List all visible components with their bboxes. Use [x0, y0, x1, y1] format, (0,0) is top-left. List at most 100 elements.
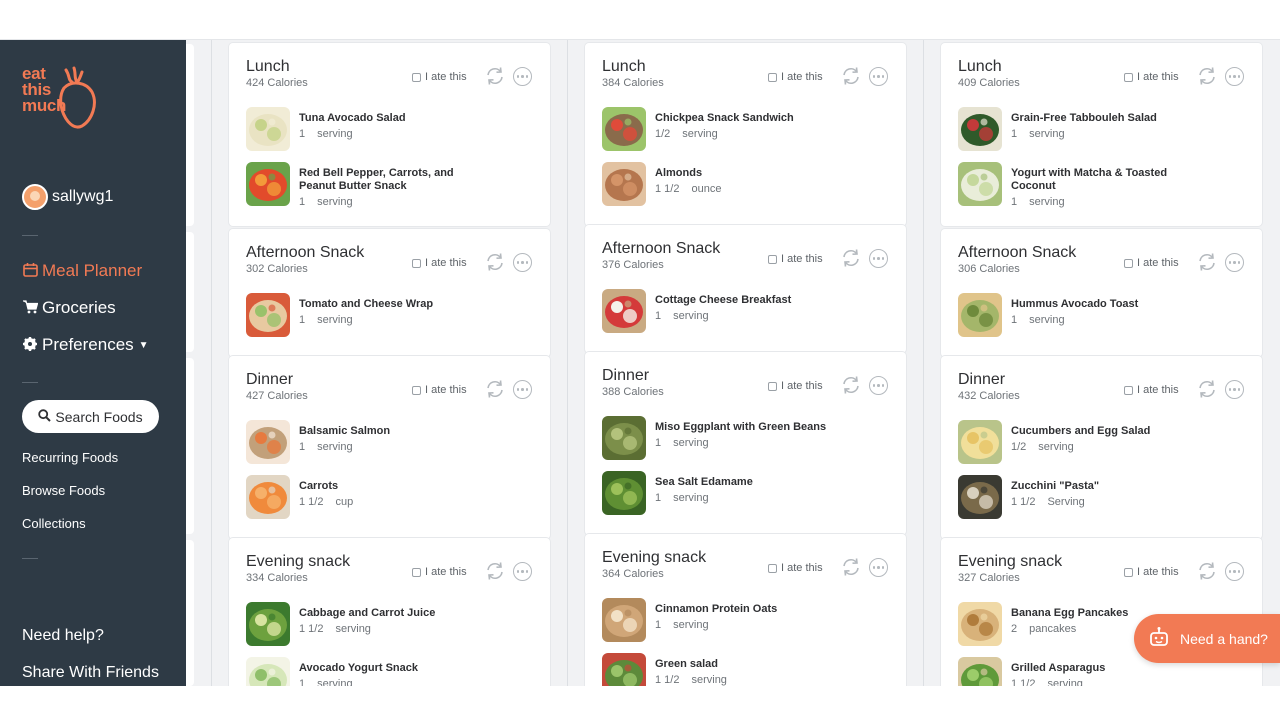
browse-foods-link[interactable]: Browse Foods: [22, 483, 105, 498]
food-name[interactable]: Cabbage and Carrot Juice: [299, 607, 479, 620]
food-quantity[interactable]: 1 serving: [655, 436, 709, 450]
more-options-icon[interactable]: [1225, 380, 1244, 399]
food-image[interactable]: [246, 162, 290, 206]
food-item[interactable]: Hummus Avocado Toast 1 serving: [958, 293, 1248, 337]
food-item[interactable]: Grain-Free Tabbouleh Salad 1 serving: [958, 107, 1248, 151]
food-image[interactable]: [958, 602, 1002, 646]
food-name[interactable]: Cottage Cheese Breakfast: [655, 294, 835, 307]
meal-title[interactable]: Lunch: [958, 57, 1020, 76]
regenerate-icon[interactable]: [485, 253, 505, 271]
food-quantity[interactable]: 1 serving: [299, 195, 353, 209]
i-ate-this-checkbox[interactable]: I ate this: [412, 71, 467, 83]
food-image[interactable]: [602, 416, 646, 460]
food-quantity[interactable]: 1 serving: [655, 491, 709, 505]
food-name[interactable]: Yogurt with Matcha & Toasted Coconut: [1011, 167, 1191, 193]
food-quantity[interactable]: 1 1/2 cup: [299, 495, 353, 509]
food-item[interactable]: Almonds 1 1/2 ounce: [602, 162, 892, 206]
food-quantity[interactable]: 1 serving: [299, 127, 353, 141]
food-item[interactable]: Tomato and Cheese Wrap 1 serving: [246, 293, 536, 337]
regenerate-icon[interactable]: [485, 562, 505, 580]
food-name[interactable]: Miso Eggplant with Green Beans: [655, 421, 835, 434]
food-item[interactable]: Miso Eggplant with Green Beans 1 serving: [602, 416, 892, 460]
user-profile[interactable]: sallywg1: [22, 184, 113, 210]
more-options-icon[interactable]: [869, 376, 888, 395]
food-quantity[interactable]: 1 serving: [299, 440, 353, 454]
regenerate-icon[interactable]: [841, 67, 861, 85]
recurring-foods-link[interactable]: Recurring Foods: [22, 450, 118, 465]
collections-link[interactable]: Collections: [22, 516, 86, 531]
food-quantity[interactable]: 2 pancakes: [1011, 622, 1076, 636]
search-foods-button[interactable]: Search Foods: [22, 400, 159, 433]
meal-title[interactable]: Lunch: [246, 57, 308, 76]
i-ate-this-checkbox[interactable]: I ate this: [1124, 566, 1179, 578]
meal-title[interactable]: Dinner: [246, 370, 308, 389]
more-options-icon[interactable]: [869, 558, 888, 577]
food-name[interactable]: Red Bell Pepper, Carrots, and Peanut But…: [299, 167, 479, 193]
food-item[interactable]: Avocado Yogurt Snack 1 serving: [246, 657, 536, 686]
app-logo[interactable]: eat this much: [22, 65, 112, 136]
meal-title[interactable]: Afternoon Snack: [602, 239, 720, 258]
i-ate-this-checkbox[interactable]: I ate this: [412, 566, 467, 578]
food-quantity[interactable]: 1/2 serving: [1011, 440, 1074, 454]
food-image[interactable]: [958, 162, 1002, 206]
nav-meal-planner[interactable]: Meal Planner: [22, 261, 142, 281]
more-options-icon[interactable]: [513, 562, 532, 581]
food-item[interactable]: Cinnamon Protein Oats 1 serving: [602, 598, 892, 642]
food-image[interactable]: [246, 657, 290, 686]
i-ate-this-checkbox[interactable]: I ate this: [1124, 384, 1179, 396]
food-item[interactable]: Carrots 1 1/2 cup: [246, 475, 536, 519]
food-image[interactable]: [246, 293, 290, 337]
food-image[interactable]: [958, 657, 1002, 686]
food-name[interactable]: Tuna Avocado Salad: [299, 112, 479, 125]
food-quantity[interactable]: 1 1/2 ounce: [655, 182, 721, 196]
i-ate-this-checkbox[interactable]: I ate this: [1124, 71, 1179, 83]
food-quantity[interactable]: 1 serving: [299, 677, 353, 686]
meal-title[interactable]: Evening snack: [602, 548, 706, 567]
nav-preferences[interactable]: Preferences ▼: [22, 335, 149, 355]
food-item[interactable]: Yogurt with Matcha & Toasted Coconut 1 ser…: [958, 162, 1248, 209]
regenerate-icon[interactable]: [1197, 253, 1217, 271]
i-ate-this-checkbox[interactable]: I ate this: [412, 257, 467, 269]
food-name[interactable]: Green salad: [655, 658, 835, 671]
share-with-friends-link[interactable]: Share With Friends: [22, 664, 159, 682]
food-quantity[interactable]: 1 1/2 Serving: [1011, 495, 1085, 509]
food-name[interactable]: Sea Salt Edamame: [655, 476, 835, 489]
food-item[interactable]: Balsamic Salmon 1 serving: [246, 420, 536, 464]
food-quantity[interactable]: 1 serving: [655, 309, 709, 323]
food-quantity[interactable]: 1 serving: [1011, 195, 1065, 209]
food-item[interactable]: Green salad 1 1/2 serving: [602, 653, 892, 686]
food-name[interactable]: Zucchini "Pasta": [1011, 480, 1191, 493]
food-name[interactable]: Grain-Free Tabbouleh Salad: [1011, 112, 1191, 125]
food-item[interactable]: Cucumbers and Egg Salad 1/2 serving: [958, 420, 1248, 464]
regenerate-icon[interactable]: [841, 558, 861, 576]
need-a-hand-button[interactable]: Need a hand?: [1134, 614, 1280, 663]
food-item[interactable]: Tuna Avocado Salad 1 serving: [246, 107, 536, 151]
food-quantity[interactable]: 1 serving: [1011, 127, 1065, 141]
regenerate-icon[interactable]: [485, 380, 505, 398]
food-image[interactable]: [602, 162, 646, 206]
i-ate-this-checkbox[interactable]: I ate this: [412, 384, 467, 396]
i-ate-this-checkbox[interactable]: I ate this: [1124, 257, 1179, 269]
food-image[interactable]: [246, 420, 290, 464]
food-image[interactable]: [602, 289, 646, 333]
food-image[interactable]: [246, 475, 290, 519]
food-image[interactable]: [958, 475, 1002, 519]
meal-title[interactable]: Dinner: [958, 370, 1020, 389]
more-options-icon[interactable]: [1225, 253, 1244, 272]
regenerate-icon[interactable]: [485, 67, 505, 85]
food-item[interactable]: Red Bell Pepper, Carrots, and Peanut But…: [246, 162, 536, 209]
i-ate-this-checkbox[interactable]: I ate this: [768, 562, 823, 574]
food-name[interactable]: Cucumbers and Egg Salad: [1011, 425, 1191, 438]
food-image[interactable]: [602, 107, 646, 151]
food-quantity[interactable]: 1 serving: [299, 313, 353, 327]
more-options-icon[interactable]: [1225, 562, 1244, 581]
regenerate-icon[interactable]: [1197, 380, 1217, 398]
food-quantity[interactable]: 1 1/2 serving: [299, 622, 371, 636]
food-image[interactable]: [602, 598, 646, 642]
food-name[interactable]: Grilled Asparagus: [1011, 662, 1191, 675]
food-image[interactable]: [602, 471, 646, 515]
food-quantity[interactable]: 1 serving: [1011, 313, 1065, 327]
more-options-icon[interactable]: [513, 380, 532, 399]
food-name[interactable]: Cinnamon Protein Oats: [655, 603, 835, 616]
i-ate-this-checkbox[interactable]: I ate this: [768, 71, 823, 83]
